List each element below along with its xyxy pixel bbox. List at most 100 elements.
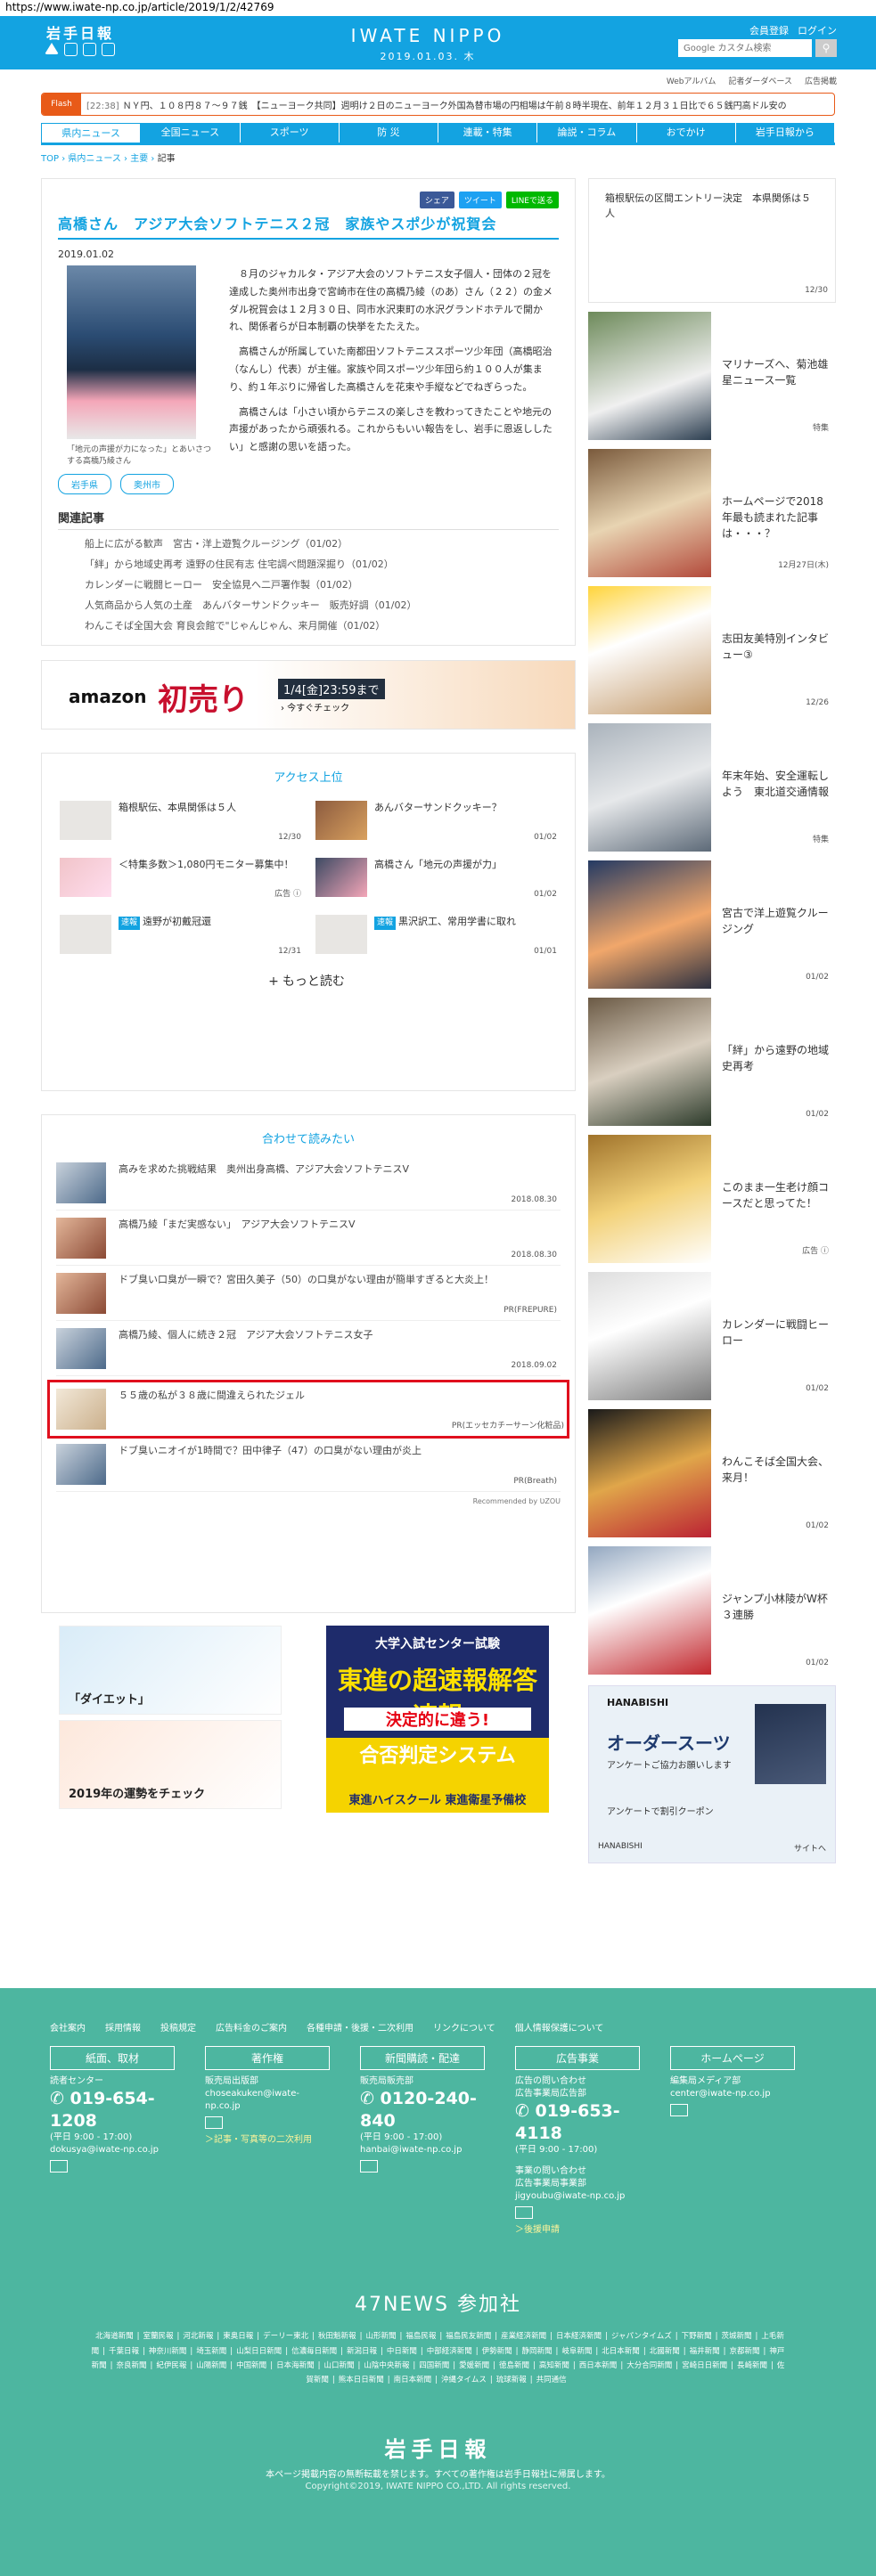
member-paper-link[interactable]: 北日本新聞 [602, 2347, 640, 2356]
sidebar-item[interactable]: わんこそば全国大会、来月！ 01/02 [588, 1409, 836, 1537]
recommend-item[interactable]: 高みを求めた挑戦結果 奥州出身高橋、アジア大会ソフトテニスV 2018.08.30 [56, 1155, 561, 1211]
diet-ad[interactable]: 「ダイエット」 [59, 1626, 282, 1716]
related-link[interactable]: カレンダーに戦闘ヒーロー 安全協見へ二戸署作製（01/02） [58, 571, 559, 591]
member-paper-link[interactable]: ジャパンタイムズ [611, 2332, 672, 2341]
member-paper-link[interactable]: 岐阜新聞 [561, 2347, 592, 2356]
footer-logo[interactable]: 岩手日報 [0, 2432, 876, 2463]
member-paper-link[interactable]: デーリー東北 [263, 2332, 308, 2341]
member-paper-link[interactable]: 西日本新聞 [579, 2361, 618, 2370]
member-paper-link[interactable]: 沖縄タイムス [441, 2376, 487, 2384]
fortune-ad[interactable]: 「ダイエット」 2019年の運勢をチェック [59, 1626, 282, 1813]
recommend-item-highlighted[interactable]: ５５歳の私が３８歳に間違えられたジェル PR(エッセカチーサーン化粧品) [47, 1380, 569, 1439]
member-paper-link[interactable]: 産業経済新聞 [501, 2332, 546, 2341]
sidebar-item[interactable]: このまま一生老け顔コースだと思ってた！ 広告 ⓘ [588, 1135, 836, 1263]
nav-column[interactable]: 論説・コラム [537, 123, 637, 143]
recommend-item[interactable]: ドブ臭いニオイが1時間で？田中律子（47）の口臭がない理由が炎上 PR(Breat… [56, 1437, 561, 1493]
member-paper-link[interactable]: 山陰中央新報 [364, 2361, 409, 2370]
sidebar-item[interactable]: カレンダーに戦闘ヒーロー 01/02 [588, 1272, 836, 1400]
contact-email[interactable]: hanbai@iwate-np.co.jp [360, 2144, 485, 2156]
member-paper-link[interactable]: 愛媛新聞 [459, 2361, 489, 2370]
login-link[interactable]: ログイン [798, 23, 837, 37]
ad-cta[interactable]: › 今すぐチェック [281, 700, 349, 713]
toshin-ad[interactable]: 大学入試センター試験 東進の超速報解答速報 決定的に違う! 合否判定システム 東… [326, 1626, 549, 1814]
sidebar-item[interactable]: ジャンプ小林陵がW杯３連勝 01/02 [588, 1546, 836, 1675]
ranking-item[interactable]: 速報 黒沢訳工、常用学書に取れ 01/01 [315, 915, 557, 959]
nav-outing[interactable]: おでかけ [636, 123, 736, 143]
member-paper-link[interactable]: 長崎新聞 [737, 2361, 767, 2370]
ad-site-link[interactable]: サイトへ [794, 1842, 826, 1854]
secondary-use-link[interactable]: ＞記事・写真等の二次利用 [205, 2132, 330, 2145]
brand-name[interactable]: IWATE NIPPO [339, 25, 517, 46]
member-paper-link[interactable]: 山口新聞 [323, 2361, 354, 2370]
footer-link[interactable]: リンクについて [433, 2020, 495, 2034]
footer-link[interactable]: 広告料金のご案内 [216, 2020, 287, 2034]
member-paper-link[interactable]: 日本海新聞 [276, 2361, 315, 2370]
subnav-album[interactable]: Webアルバム [667, 75, 716, 91]
sidebar-item[interactable]: マリナーズへ、菊池雄星ニュース一覧 特集 [588, 312, 836, 440]
member-paper-link[interactable]: 高知新聞 [539, 2361, 569, 2370]
member-paper-link[interactable]: 徳島新聞 [499, 2361, 529, 2370]
flash-news-bar[interactable]: Flash [22:38] ＮＹ円、１０８円８７～９７銭 【ニューヨーク共同】週明… [41, 93, 835, 116]
related-link[interactable]: わんこそば全国大会 育良会館で"じゃんじゃん、来月開催（01/02） [58, 612, 559, 632]
member-paper-link[interactable]: 福島民報 [405, 2332, 436, 2341]
phone-number[interactable]: ✆ 0120-240-840 [360, 2088, 485, 2132]
subnav-database[interactable]: 記者ダーダベース [728, 75, 792, 91]
contact-email[interactable]: center@iwate-np.co.jp [670, 2088, 795, 2100]
recommend-item[interactable]: ドブ臭い口臭が一瞬で？宮田久美子（50）の口臭がない理由が簡単すぎると大炎上！ P… [56, 1266, 561, 1322]
nav-local-news[interactable]: 県内ニュース [41, 123, 142, 143]
member-paper-link[interactable]: 北國新聞 [650, 2347, 680, 2356]
hanabishi-ad[interactable]: HANABISHI オーダースーツ アンケートご協力お願いします アンケートで割… [588, 1685, 836, 1863]
search-icon[interactable]: ⚲ [815, 39, 837, 57]
member-paper-link[interactable]: 北海道新聞 [95, 2332, 134, 2341]
member-paper-link[interactable]: 新潟日報 [347, 2347, 377, 2356]
contact-email[interactable]: jigyoubu@iwate-np.co.jp [515, 2190, 640, 2203]
member-paper-link[interactable]: 下野新聞 [682, 2332, 712, 2341]
member-paper-link[interactable]: 京都新聞 [729, 2347, 759, 2356]
ranking-item[interactable]: 箱根駅伝、本県関係は５人 12/30 [60, 801, 301, 845]
member-paper-link[interactable]: 神奈川新聞 [149, 2347, 187, 2356]
mail-icon[interactable] [50, 2160, 68, 2173]
facebook-share-button[interactable]: シェア [419, 192, 454, 208]
ranking-item[interactable]: 高橋さん「地元の声援が力」 01/02 [315, 858, 557, 902]
line-share-button[interactable]: LINEで送る [505, 192, 559, 208]
mail-icon[interactable] [670, 2104, 688, 2116]
member-paper-link[interactable]: 奈良新聞 [117, 2361, 147, 2370]
nav-from-nippo[interactable]: 岩手日報から [735, 123, 835, 143]
mail-icon[interactable] [205, 2116, 223, 2129]
tag-oshu[interactable]: 奥州市 [120, 474, 174, 495]
member-paper-link[interactable]: 福井新聞 [690, 2347, 720, 2356]
subnav-ads[interactable]: 広告掲載 [805, 75, 837, 91]
search-input[interactable] [678, 39, 812, 57]
twitter-icon[interactable] [45, 43, 59, 54]
register-link[interactable]: 会員登録 [749, 23, 789, 37]
member-paper-link[interactable]: 日本経済新聞 [556, 2332, 602, 2341]
member-paper-link[interactable]: 琉球新報 [496, 2376, 527, 2384]
member-paper-link[interactable]: 熊本日日新聞 [339, 2376, 384, 2384]
phone-number[interactable]: ✆ 019-653-4118 [515, 2100, 640, 2144]
nav-series[interactable]: 連載・特集 [438, 123, 538, 143]
member-paper-link[interactable]: 山陽新聞 [196, 2361, 226, 2370]
address-bar[interactable]: https://www.iwate-np.co.jp/article/2019/… [0, 0, 876, 16]
member-paper-link[interactable]: 中国新聞 [236, 2361, 266, 2370]
facebook-icon[interactable] [64, 43, 78, 56]
recommend-item[interactable]: 高橋乃綾、個人に続き２冠 アジア大会ソフトテニス女子 2018.09.02 [56, 1321, 561, 1377]
sidebar-item[interactable]: 志田友美特別インタビュー③ 12/26 [588, 586, 836, 714]
nav-national-news[interactable]: 全国ニュース [141, 123, 241, 143]
breadcrumb-local[interactable]: 県内ニュース [68, 154, 121, 164]
member-paper-link[interactable]: 埼玉新聞 [196, 2347, 226, 2356]
member-paper-link[interactable]: 山梨日日新聞 [236, 2347, 282, 2356]
member-paper-link[interactable]: 大分合同新聞 [626, 2361, 672, 2370]
contact-email[interactable]: dokusya@iwate-np.co.jp [50, 2144, 175, 2156]
ranking-item[interactable]: ＜特集多数＞1,080円モニター募集中！ 広告 ⓘ [60, 858, 301, 902]
member-paper-link[interactable]: 茨城新聞 [722, 2332, 752, 2341]
member-paper-link[interactable]: 千葉日報 [109, 2347, 139, 2356]
nav-sports[interactable]: スポーツ [240, 123, 340, 143]
member-paper-link[interactable]: 河北新報 [183, 2332, 213, 2341]
member-paper-link[interactable]: 宮崎日日新聞 [682, 2361, 727, 2370]
ranking-item[interactable]: あんバターサンドクッキー？ 01/02 [315, 801, 557, 845]
amazon-ad-banner[interactable]: amazon 初売り 1/4[金]23:59まで › 今すぐチェック [41, 660, 576, 730]
sidebar-item[interactable]: ホームページで2018年最も読まれた記事は・・・？ 12月27日(木) [588, 449, 836, 577]
sidebar-item[interactable]: 宮古で洋上遊覧クルージング 01/02 [588, 860, 836, 989]
member-paper-link[interactable]: 福島民友新聞 [446, 2332, 491, 2341]
member-paper-link[interactable]: 共同通信 [536, 2376, 567, 2384]
